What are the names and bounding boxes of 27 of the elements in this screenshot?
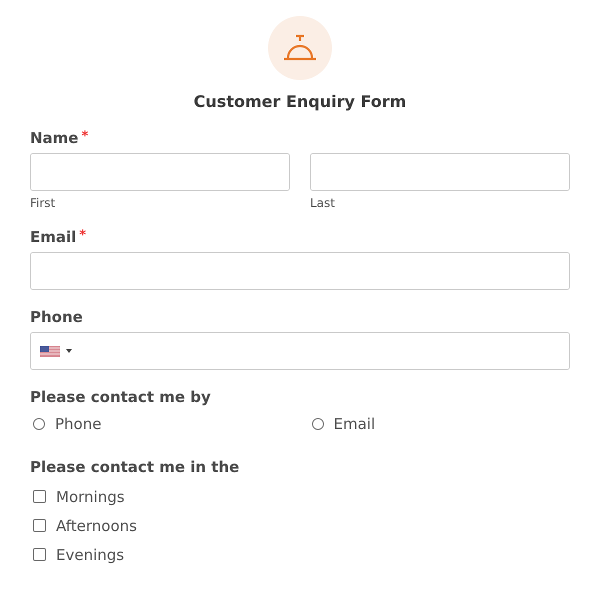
radio-button[interactable] [312, 418, 324, 430]
option-label: Email [334, 415, 376, 433]
input-field[interactable] [30, 153, 290, 191]
field-sublabel: First [30, 196, 56, 210]
radio-button[interactable] [33, 418, 45, 430]
option-label: Evenings [56, 546, 124, 564]
field-sublabel: Last [310, 196, 336, 210]
option-label: Phone [55, 415, 102, 433]
caret-icon[interactable] [66, 349, 72, 353]
required-mark: * [79, 228, 86, 243]
option-label: Afternoons [56, 516, 137, 534]
required-mark: * [81, 129, 88, 144]
phone-field[interactable] [30, 332, 570, 370]
field-label: Name [30, 129, 78, 147]
field-label: Email [30, 228, 76, 246]
field-label: Phone [30, 308, 83, 326]
form-title: Customer Enquiry Form [194, 92, 406, 111]
input-field[interactable] [30, 252, 570, 290]
checkbox[interactable] [33, 519, 46, 532]
checkbox[interactable] [33, 548, 46, 561]
option-label: Mornings [56, 488, 125, 506]
checkbox[interactable] [33, 490, 46, 503]
group-label: Please contact me by [30, 388, 211, 406]
flag-icon [40, 346, 60, 356]
input-field[interactable] [310, 153, 570, 191]
bell-icon [283, 34, 317, 62]
group-label: Please contact me in the [30, 458, 240, 476]
